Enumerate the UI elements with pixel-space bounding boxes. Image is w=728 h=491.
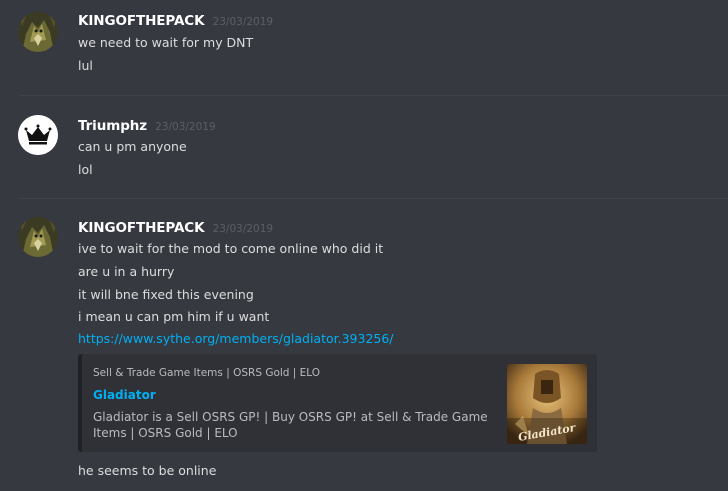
message-divider	[20, 198, 728, 199]
message-text: are u in a hurry	[78, 264, 175, 279]
embed-title[interactable]: Gladiator	[93, 388, 156, 402]
username[interactable]: KINGOFTHEPACK	[78, 13, 205, 29]
timestamp: 23/03/2019	[212, 16, 274, 28]
timestamp: 23/03/2019	[212, 223, 274, 235]
message-divider	[20, 95, 728, 96]
message-text: he seems to be online	[78, 463, 217, 478]
wolf-avatar-icon[interactable]	[18, 217, 58, 257]
embed-provider[interactable]: Sell & Trade Game Items | OSRS Gold | EL…	[93, 367, 320, 379]
message-text: lul	[78, 58, 93, 73]
username[interactable]: Triumphz	[78, 118, 147, 134]
chat-message-list: KINGOFTHEPACK 23/03/2019 we need to wait…	[0, 0, 728, 491]
message-text: it will bne fixed this evening	[78, 287, 254, 302]
gladiator-thumbnail[interactable]: Gladiator	[507, 364, 587, 444]
message-text: can u pm anyone	[78, 139, 187, 154]
profile-link[interactable]: https://www.sythe.org/members/gladiator.…	[78, 331, 394, 346]
crown-avatar-icon[interactable]	[18, 115, 58, 155]
embed-description: Gladiator is a Sell OSRS GP! | Buy OSRS …	[93, 410, 488, 440]
message-header: KINGOFTHEPACK 23/03/2019	[78, 11, 273, 31]
message-text: i mean u can pm him if u want	[78, 309, 270, 324]
message-header: Triumphz 23/03/2019	[78, 116, 216, 136]
link-embed: Sell & Trade Game Items | OSRS Gold | EL…	[78, 354, 597, 452]
wolf-avatar-icon[interactable]	[18, 12, 58, 52]
message-text: we need to wait for my DNT	[78, 35, 254, 50]
message-header: KINGOFTHEPACK 23/03/2019	[78, 218, 273, 238]
message-text: ive to wait for the mod to come online w…	[78, 241, 384, 256]
timestamp: 23/03/2019	[155, 121, 216, 133]
message-link-line: https://www.sythe.org/members/gladiator.…	[78, 330, 394, 348]
message-text: lol	[78, 162, 93, 177]
username[interactable]: KINGOFTHEPACK	[78, 220, 205, 236]
